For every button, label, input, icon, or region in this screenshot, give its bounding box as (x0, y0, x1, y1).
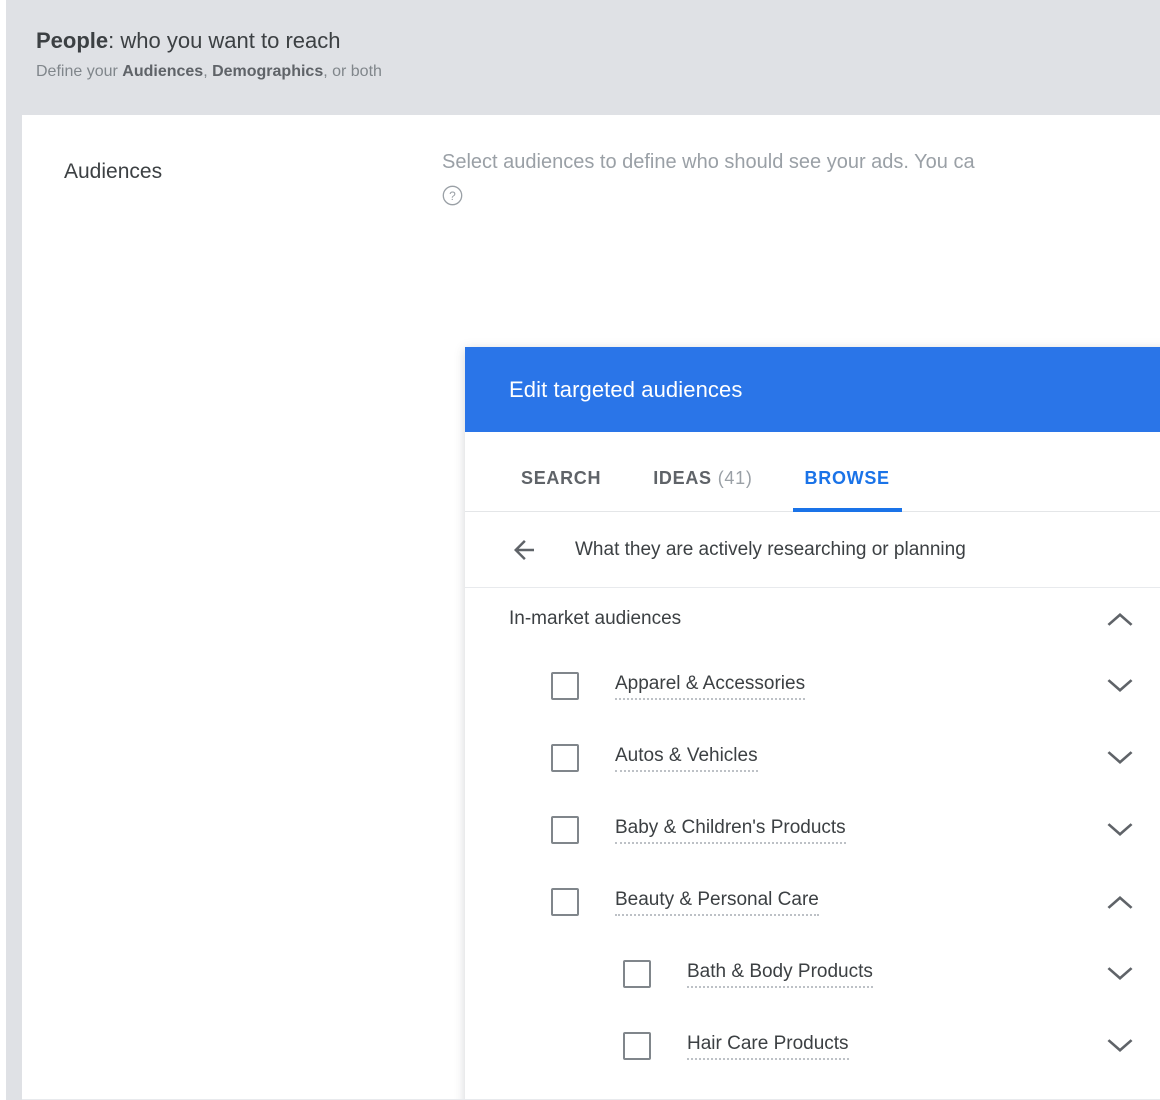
audience-row[interactable]: Bath & Body Products (465, 938, 1160, 1010)
tab-browse[interactable]: BROWSE (779, 468, 916, 512)
audience-label: Baby & Children's Products (615, 817, 846, 844)
tab-ideas-label: IDEAS (653, 468, 712, 488)
page-root: People: who you want to reach Define you… (0, 0, 1160, 1100)
audience-list-inner: In-market audiences Apparel & Accessorie… (465, 588, 1160, 1100)
step-subtitle-demographics: Demographics (212, 63, 324, 80)
tab-browse-label: BROWSE (804, 468, 890, 488)
audience-label: Beauty & Personal Care (615, 889, 819, 916)
step-subtitle: Define your Audiences, Demographics, or … (36, 59, 1160, 85)
tab-ideas[interactable]: IDEAS (41) (627, 468, 778, 511)
audience-row[interactable]: Hair Care Products (465, 1010, 1160, 1082)
step-subtitle-audiences: Audiences (122, 63, 204, 80)
content-card: Audiences Select audiences to define who… (22, 115, 1160, 1100)
chevron-down-icon[interactable] (1105, 1037, 1135, 1055)
audience-row[interactable]: Baby & Children's Products (465, 794, 1160, 866)
tab-search[interactable]: SEARCH (495, 468, 627, 511)
svg-text:?: ? (449, 189, 456, 203)
breadcrumb: What they are actively researching or pl… (465, 512, 1160, 588)
audience-label: Bath & Body Products (687, 961, 873, 988)
dialog-header: Edit targeted audiences (465, 347, 1160, 432)
arrow-left-icon[interactable] (509, 535, 539, 565)
audience-checkbox[interactable] (623, 960, 651, 988)
dialog-title: Edit targeted audiences (509, 376, 743, 402)
step-subtitle-suffix: , or both (323, 63, 382, 80)
chevron-up-icon[interactable] (1105, 893, 1135, 911)
tab-ideas-count: (41) (717, 468, 753, 488)
chevron-down-icon[interactable] (1105, 821, 1135, 839)
tab-search-label: SEARCH (521, 468, 602, 488)
chevron-down-icon[interactable] (1105, 749, 1135, 767)
step-title-rest: : who you want to reach (108, 28, 341, 53)
audience-row[interactable]: Apparel & Accessories (465, 650, 1160, 722)
audience-row[interactable]: Autos & Vehicles (465, 722, 1160, 794)
audience-list: In-market audiences Apparel & Accessorie… (465, 588, 1160, 1100)
audience-checkbox[interactable] (551, 744, 579, 772)
audience-checkbox[interactable] (551, 888, 579, 916)
group-in-market-audiences[interactable]: In-market audiences (465, 588, 1160, 650)
section-description-text: Select audiences to define who should se… (442, 151, 975, 173)
section-label-audiences: Audiences (64, 160, 163, 183)
group-label: In-market audiences (509, 608, 682, 629)
breadcrumb-label: What they are actively researching or pl… (575, 538, 966, 560)
step-subtitle-prefix: Define your (36, 63, 123, 80)
chevron-up-icon[interactable] (1105, 610, 1135, 628)
step-subtitle-sep: , (203, 63, 213, 80)
audience-label: Hair Care Products (687, 1033, 849, 1060)
audience-rows: Apparel & Accessories Autos & Vehicles Bab… (465, 650, 1160, 1100)
section-description: Select audiences to define who should se… (442, 145, 1160, 206)
audience-label: Apparel & Accessories (615, 673, 806, 700)
step-title-strong: People (36, 28, 109, 53)
audience-label: Autos & Vehicles (615, 745, 758, 772)
chevron-down-icon[interactable] (1105, 677, 1135, 695)
audience-row[interactable]: Beauty & Personal Care (465, 866, 1160, 938)
audience-checkbox[interactable] (551, 672, 579, 700)
edit-audiences-dialog: Edit targeted audiences SEARCH IDEAS (41)… (465, 347, 1160, 1100)
audience-row[interactable]: Makeup & Cosmetics (465, 1082, 1160, 1100)
audience-checkbox[interactable] (623, 1032, 651, 1060)
step-header: People: who you want to reach Define you… (6, 0, 1160, 115)
dialog-tab-bar: SEARCH IDEAS (41) BROWSE (465, 432, 1160, 512)
step-title: People: who you want to reach (36, 26, 1160, 56)
audience-checkbox[interactable] (551, 816, 579, 844)
help-circle-icon[interactable]: ? (442, 185, 463, 206)
chevron-down-icon[interactable] (1105, 965, 1135, 983)
